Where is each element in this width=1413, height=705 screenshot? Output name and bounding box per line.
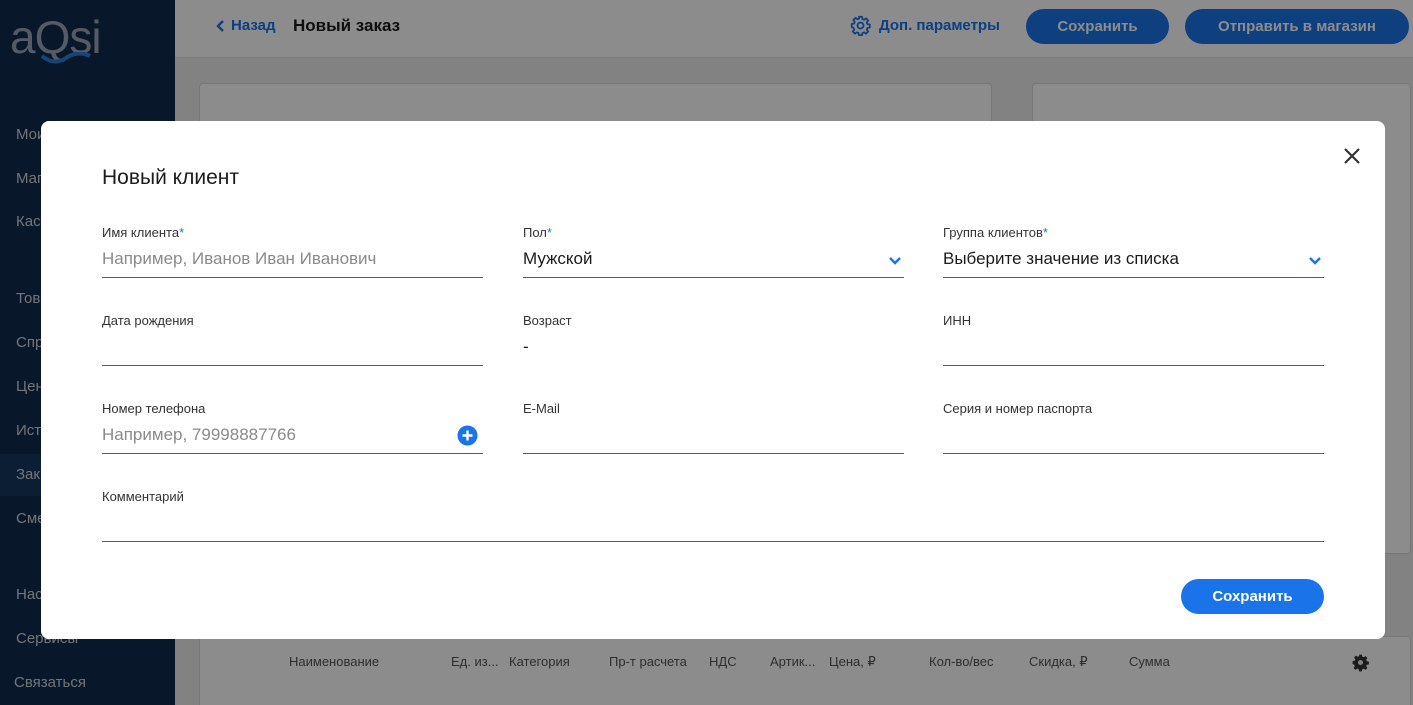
input-underline	[943, 453, 1324, 454]
input-underline	[102, 453, 483, 454]
inn-label: ИНН	[943, 313, 972, 328]
client-name-field[interactable]: Имя клиента* Например, Иванов Иван Ивано…	[102, 225, 483, 278]
client-name-label: Имя клиента*	[102, 225, 185, 240]
plus-circle-icon[interactable]	[457, 425, 478, 446]
passport-label: Серия и номер паспорта	[943, 401, 1093, 416]
input-underline	[102, 541, 1324, 542]
gender-value[interactable]: Мужской	[523, 249, 593, 269]
comment-field[interactable]: Комментарий	[102, 489, 1324, 542]
phone-input[interactable]: Например, 79998887766	[102, 425, 296, 445]
modal-title: Новый клиент	[102, 166, 239, 189]
gender-label: Пол*	[523, 225, 552, 240]
new-client-modal: Новый клиент Имя клиента* Например, Иван…	[41, 121, 1385, 639]
age-field: Возраст -	[523, 313, 904, 356]
input-underline	[102, 365, 483, 366]
input-underline	[523, 277, 904, 278]
comment-label: Комментарий	[102, 489, 184, 504]
inn-field[interactable]: ИНН	[943, 313, 1324, 366]
passport-field[interactable]: Серия и номер паспорта	[943, 401, 1324, 454]
email-field[interactable]: E-Mail	[523, 401, 904, 454]
age-value: -	[523, 337, 529, 356]
client-group-select[interactable]: Группа клиентов* Выберите значение из сп…	[943, 225, 1324, 278]
client-group-value[interactable]: Выберите значение из списка	[943, 249, 1179, 269]
gender-select[interactable]: Пол* Мужской	[523, 225, 904, 278]
client-group-label: Группа клиентов*	[943, 225, 1048, 240]
birth-date-label: Дата рождения	[102, 313, 194, 328]
birth-date-field[interactable]: Дата рождения	[102, 313, 483, 366]
input-underline	[943, 365, 1324, 366]
input-underline	[102, 277, 483, 278]
chevron-down-icon[interactable]	[888, 256, 902, 266]
client-name-input[interactable]: Например, Иванов Иван Иванович	[102, 249, 376, 269]
age-label: Возраст	[523, 313, 572, 328]
input-underline	[943, 277, 1324, 278]
close-icon[interactable]	[1341, 145, 1363, 167]
email-label: E-Mail	[523, 401, 560, 416]
input-underline	[523, 453, 904, 454]
chevron-down-icon[interactable]	[1308, 256, 1322, 266]
phone-label: Номер телефона	[102, 401, 206, 416]
phone-field[interactable]: Номер телефона Например, 79998887766	[102, 401, 483, 454]
save-client-button[interactable]: Сохранить	[1181, 579, 1324, 614]
